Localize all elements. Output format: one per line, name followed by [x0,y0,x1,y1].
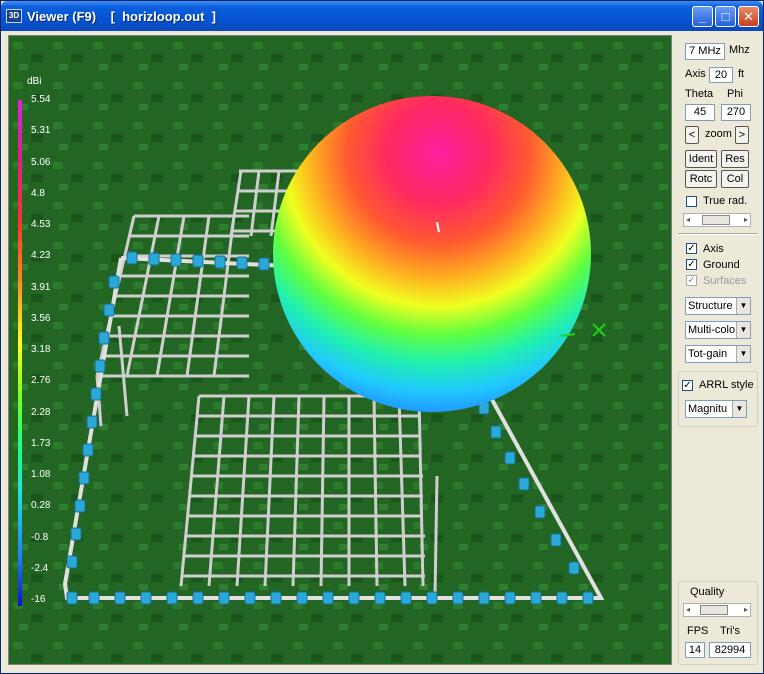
legend-value: 4.8 [31,187,45,199]
magnitude-dropdown[interactable]: Magnitu ▼ [685,400,747,418]
phi-label: Phi [727,88,743,100]
legend-value: 4.23 [31,250,51,262]
quality-slider[interactable]: ◂ ▸ [683,603,751,617]
chevron-down-icon: ▼ [736,322,750,338]
structure-dropdown-value: Structure [688,300,733,312]
legend-value: 2.28 [31,406,51,418]
legend-value: 5.31 [31,125,51,137]
theta-field[interactable]: 45 [685,104,715,121]
close-button[interactable]: ✕ [738,6,759,27]
legend-value: -2.4 [31,562,49,574]
legend-value: -16 [31,594,46,605]
arrl-style-checkbox[interactable]: ✓ [682,380,693,391]
gain-dropdown[interactable]: Tot-gain ▼ [685,345,751,363]
3d-viewport[interactable]: dBi 5.54 5.31 5.06 4.8 4.53 4.23 3.91 3.56 3.18 2… [8,35,672,665]
ident-button[interactable]: Ident [685,150,717,168]
legend-value: 1.08 [31,469,51,480]
legend-value: 3.56 [31,312,51,324]
radiation-pattern-3d [273,96,591,412]
quality-label: Quality [690,586,725,598]
tris-value: 82994 [709,642,751,658]
color-scale-bar [18,100,22,606]
axis-checkbox[interactable]: ✓ [686,243,697,254]
legend-value: 0.28 [31,500,51,512]
app-icon: 3D [6,9,22,23]
tris-label: Tri's [720,625,741,637]
axis-field[interactable]: 20 [709,67,733,83]
theta-label: Theta [685,88,714,100]
chevron-down-icon: ▼ [732,401,746,417]
ground-check-label: Ground [703,259,740,271]
axis-unit: ft [738,68,745,80]
legend-value: 3.91 [31,281,51,293]
legend-value: 4.53 [31,219,51,230]
maximize-button[interactable]: □ [715,6,736,27]
title-bar[interactable]: 3D Viewer (F9) [ horizloop.out ] _ □ ✕ [1,1,763,31]
rotc-button[interactable]: Rotc [685,170,717,188]
window-title: Viewer (F9) [ horizloop.out ] [27,9,216,24]
true-rad-label: True rad. [703,195,748,207]
legend-value: -0.8 [31,531,49,543]
chevron-down-icon: ▼ [736,346,750,362]
color-mode-dropdown-value: Multi-colo [688,324,736,336]
magnitude-dropdown-value: Magnitu [688,403,728,415]
axis-check-label: Axis [703,243,724,255]
legend-value: 5.54 [31,94,51,105]
minimize-button[interactable]: _ [692,6,713,27]
ground-checkbox[interactable]: ✓ [686,259,697,270]
slider-thumb[interactable] [702,215,730,225]
phi-field[interactable]: 270 [721,104,751,121]
surfaces-checkbox: ✓ [686,275,697,286]
true-rad-checkbox[interactable] [686,196,697,207]
separator [678,233,758,235]
structure-dropdown[interactable]: Structure ▼ [685,297,751,315]
arrl-style-label: ARRL style [699,379,754,391]
color-mode-dropdown[interactable]: Multi-colo ▼ [685,321,751,339]
frequency-field[interactable]: 7 MHz [685,43,725,60]
axis-label: Axis [685,68,706,80]
gain-dropdown-value: Tot-gain [688,348,728,360]
quality-slider-thumb[interactable] [700,605,728,615]
legend-value: 2.76 [31,375,51,387]
antenna-pattern-scene [9,36,671,664]
zoom-label: zoom [705,128,732,140]
chevron-down-icon: ▼ [736,298,750,314]
fps-label: FPS [687,625,709,637]
frequency-unit: Mhz [729,44,750,56]
col-button[interactable]: Col [721,170,749,188]
zoom-out-button[interactable]: < [685,126,699,144]
surfaces-check-label: Surfaces [703,275,747,287]
legend-value: 5.06 [31,156,51,168]
zoom-in-button[interactable]: > [735,126,749,144]
viewer-window: 3D Viewer (F9) [ horizloop.out ] _ □ ✕ d… [0,0,764,674]
legend-value: 1.73 [31,437,51,449]
radiation-slider[interactable]: ◂ ▸ [683,213,751,227]
res-button[interactable]: Res [721,150,749,168]
legend-value: 3.18 [31,344,51,355]
fps-value: 14 [685,642,705,658]
legend-unit: dBi [27,76,42,87]
